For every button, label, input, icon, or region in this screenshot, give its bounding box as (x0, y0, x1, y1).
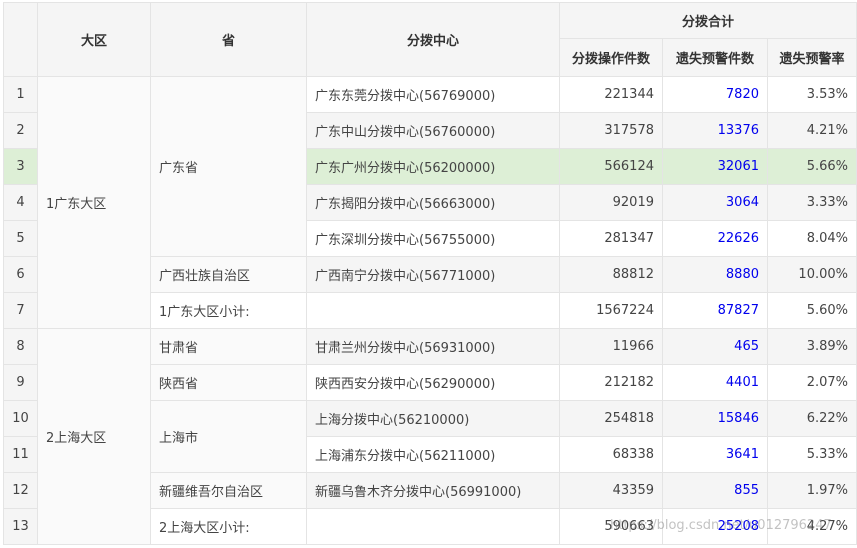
loss-count-cell[interactable]: 22626 (662, 220, 768, 257)
center-cell: 上海浦东分拨中心(56211000) (306, 436, 560, 473)
center-cell-empty (306, 508, 560, 545)
province-cell: 广东省 (150, 76, 307, 257)
center-cell-empty (306, 292, 560, 329)
province-cell: 广西壮族自治区 (150, 256, 307, 293)
center-cell: 新疆乌鲁木齐分拨中心(56991000) (306, 472, 560, 509)
row-index: 1 (3, 76, 38, 113)
loss-rate-cell: 10.00% (767, 256, 857, 293)
row-index: 12 (3, 472, 38, 509)
province-cell: 上海市 (150, 400, 307, 473)
row-index: 6 (3, 256, 38, 293)
province-cell: 陕西省 (150, 364, 307, 401)
loss-count-cell[interactable]: 15846 (662, 400, 768, 437)
loss-count-cell[interactable]: 7820 (662, 76, 768, 113)
summary-table: 大区 省 分拨中心 分拨合计 分拨操作件数 遗失预警件数 遗失预警率 1 1广东大… (3, 2, 857, 545)
loss-count-cell[interactable]: 87827 (662, 292, 768, 329)
subtotal-label: 2上海大区小计: (150, 508, 307, 545)
loss-rate-cell: 6.22% (767, 400, 857, 437)
loss-count-cell[interactable]: 465 (662, 328, 768, 365)
table-row: 8 2上海大区 甘肃省 甘肃兰州分拨中心(56931000) 11966 465 3.89% (3, 328, 857, 545)
loss-count-cell[interactable]: 13376 (662, 112, 768, 149)
province-cell: 甘肃省 (150, 328, 307, 365)
loss-rate-cell: 3.89% (767, 328, 857, 365)
loss-rate-cell: 1.97% (767, 472, 857, 509)
ops-cell: 43359 (559, 472, 663, 509)
ops-cell: 566124 (559, 148, 663, 185)
center-cell: 广西南宁分拨中心(56771000) (306, 256, 560, 293)
center-cell: 广东东莞分拨中心(56769000) (306, 76, 560, 113)
loss-rate-cell: 8.04% (767, 220, 857, 257)
header-loss-rate: 遗失预警率 (767, 38, 857, 77)
header-center: 分拨中心 (306, 2, 560, 77)
loss-rate-cell: 5.66% (767, 148, 857, 185)
row-index: 10 (3, 400, 38, 437)
ops-cell: 212182 (559, 364, 663, 401)
row-index: 7 (3, 292, 38, 329)
center-cell: 甘肃兰州分拨中心(56931000) (306, 328, 560, 365)
loss-rate-cell: 3.33% (767, 184, 857, 221)
row-index: 3 (3, 148, 38, 185)
ops-cell: 92019 (559, 184, 663, 221)
table-row: 1 1广东大区 广东省 广东东莞分拨中心(56769000) 221344 7820 3.5… (3, 76, 857, 329)
table-header: 大区 省 分拨中心 分拨合计 分拨操作件数 遗失预警件数 遗失预警率 (3, 2, 857, 77)
row-index: 11 (3, 436, 38, 473)
loss-count-cell[interactable]: 4401 (662, 364, 768, 401)
row-index: 8 (3, 328, 38, 365)
ops-cell: 68338 (559, 436, 663, 473)
center-cell: 广东中山分拨中心(56760000) (306, 112, 560, 149)
ops-cell: 254818 (559, 400, 663, 437)
loss-count-cell[interactable]: 32061 (662, 148, 768, 185)
table-body: 1 1广东大区 广东省 广东东莞分拨中心(56769000) 221344 7820 3.5… (3, 76, 857, 545)
ops-cell: 281347 (559, 220, 663, 257)
loss-rate-cell: 4.27% (767, 508, 857, 545)
loss-rate-cell: 2.07% (767, 364, 857, 401)
loss-count-cell[interactable]: 3064 (662, 184, 768, 221)
center-cell: 广东广州分拨中心(56200000) (306, 148, 560, 185)
corner-cell (3, 2, 38, 77)
ops-cell: 590663 (559, 508, 663, 545)
row-index: 9 (3, 364, 38, 401)
ops-cell: 11966 (559, 328, 663, 365)
ops-cell: 317578 (559, 112, 663, 149)
row-index: 5 (3, 220, 38, 257)
header-group-total: 分拨合计 (559, 2, 857, 39)
center-cell: 广东深圳分拨中心(56755000) (306, 220, 560, 257)
header-ops: 分拨操作件数 (559, 38, 663, 77)
loss-rate-cell: 3.53% (767, 76, 857, 113)
ops-cell: 1567224 (559, 292, 663, 329)
ops-cell: 88812 (559, 256, 663, 293)
loss-count-cell[interactable]: 855 (662, 472, 768, 509)
loss-count-cell[interactable]: 8880 (662, 256, 768, 293)
header-region: 大区 (37, 2, 151, 77)
loss-rate-cell: 5.33% (767, 436, 857, 473)
center-cell: 上海分拨中心(56210000) (306, 400, 560, 437)
loss-count-cell[interactable]: 3641 (662, 436, 768, 473)
province-cell: 新疆维吾尔自治区 (150, 472, 307, 509)
region-cell: 2上海大区 (37, 328, 151, 545)
loss-rate-cell: 4.21% (767, 112, 857, 149)
ops-cell: 221344 (559, 76, 663, 113)
loss-rate-cell: 5.60% (767, 292, 857, 329)
subtotal-label: 1广东大区小计: (150, 292, 307, 329)
header-province: 省 (150, 2, 307, 77)
row-index: 2 (3, 112, 38, 149)
center-cell: 广东揭阳分拨中心(56663000) (306, 184, 560, 221)
row-index: 13 (3, 508, 38, 545)
center-cell: 陕西西安分拨中心(56290000) (306, 364, 560, 401)
header-loss-count: 遗失预警件数 (662, 38, 768, 77)
region-cell: 1广东大区 (37, 76, 151, 329)
loss-count-cell[interactable]: 25208 (662, 508, 768, 545)
row-index: 4 (3, 184, 38, 221)
